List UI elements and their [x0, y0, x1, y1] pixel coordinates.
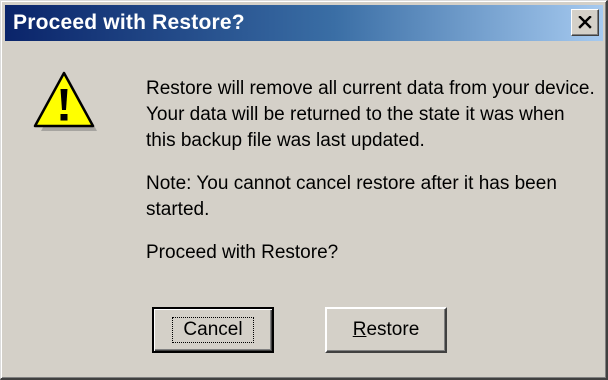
- restore-button[interactable]: Restore: [325, 307, 447, 353]
- restore-button-label: Restore: [353, 320, 420, 340]
- restore-label-rest: estore: [366, 319, 420, 340]
- warning-icon: [33, 71, 97, 131]
- close-button[interactable]: [571, 9, 599, 36]
- restore-dialog: Proceed with Restore? Restore will remov…: [0, 0, 608, 380]
- cancel-button-label: Cancel: [172, 317, 254, 343]
- proceed-question-text: Proceed with Restore?: [146, 242, 339, 263]
- title-bar[interactable]: Proceed with Restore?: [5, 5, 603, 41]
- restore-mnemonic: R: [352, 319, 367, 340]
- cancel-button[interactable]: Cancel: [152, 307, 274, 353]
- message-area: Restore will remove all current data fro…: [146, 76, 596, 266]
- close-icon: [578, 16, 592, 29]
- dialog-title: Proceed with Restore?: [13, 11, 245, 34]
- restore-warning-text: Restore will remove all current data fro…: [146, 78, 595, 151]
- cancel-note-text: Note: You cannot cancel restore after it…: [146, 173, 557, 220]
